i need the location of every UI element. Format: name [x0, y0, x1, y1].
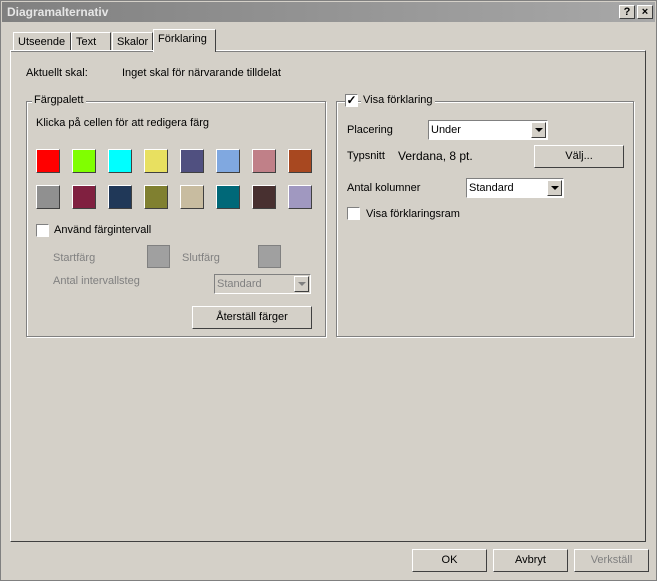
dialog-window: Diagramalternativ ? × Utseende Text Skal… [0, 0, 657, 581]
close-button[interactable]: × [637, 5, 653, 19]
current-scale-value: Inget skal för närvarande tilldelat [122, 67, 281, 79]
tab-panel: Aktuellt skal: Inget skal för närvarande… [10, 50, 646, 542]
color-cell[interactable] [216, 185, 240, 209]
columns-select-value: Standard [469, 182, 514, 194]
check-icon: ✓ [346, 93, 357, 107]
reset-colors-label: Återställ färger [216, 311, 288, 323]
end-color-label: Slutfärg [182, 252, 220, 264]
reset-colors-button[interactable]: Återställ färger [192, 306, 312, 329]
color-cell[interactable] [252, 149, 276, 173]
choose-font-button[interactable]: Välj... [534, 145, 624, 168]
choose-font-label: Välj... [565, 150, 593, 162]
tab-utseende[interactable]: Utseende [13, 32, 71, 52]
steps-select: Standard [214, 274, 311, 294]
font-value: Verdana, 8 pt. [398, 149, 473, 163]
show-legend-checkbox[interactable]: ✓ [345, 94, 358, 107]
tab-skalor[interactable]: Skalor [112, 32, 153, 52]
current-scale-label: Aktuellt skal: [26, 67, 88, 79]
color-cell[interactable] [36, 185, 60, 209]
legend-frame-label: Visa förklaringsram [366, 208, 460, 220]
placement-label: Placering [347, 124, 393, 136]
chevron-down-icon [294, 276, 309, 292]
steps-label: Antal intervallsteg [53, 275, 140, 287]
window-title: Diagramalternativ [7, 5, 109, 19]
show-legend-label: Visa förklaring [361, 94, 435, 106]
color-cell[interactable] [72, 149, 96, 173]
apply-label: Verkställ [590, 554, 633, 566]
use-interval-checkbox[interactable] [36, 224, 49, 237]
help-button[interactable]: ? [619, 5, 635, 19]
start-color-box [147, 245, 170, 268]
tab-label: Utseende [18, 36, 66, 48]
title-bar[interactable]: Diagramalternativ ? × [2, 2, 655, 22]
ok-button[interactable]: OK [412, 549, 487, 572]
columns-select[interactable]: Standard [466, 178, 564, 198]
color-cell[interactable] [36, 149, 60, 173]
placement-select-value: Under [431, 124, 461, 136]
color-cell[interactable] [252, 185, 276, 209]
color-cell[interactable] [288, 185, 312, 209]
apply-button: Verkställ [574, 549, 649, 572]
ok-label: OK [441, 554, 458, 566]
palette-group [26, 101, 326, 337]
cancel-button[interactable]: Avbryt [493, 549, 568, 572]
columns-label: Antal kolumner [347, 182, 421, 194]
color-cell[interactable] [180, 185, 204, 209]
tab-forklaring[interactable]: Förklaring [153, 29, 216, 52]
color-cell[interactable] [72, 185, 96, 209]
palette-instruction: Klicka på cellen för att redigera färg [36, 117, 210, 129]
color-cell[interactable] [108, 149, 132, 173]
steps-select-value: Standard [217, 278, 262, 290]
color-cell[interactable] [144, 149, 168, 173]
tab-text[interactable]: Text [71, 32, 111, 52]
placement-select[interactable]: Under [428, 120, 548, 140]
legend-frame-checkbox[interactable] [347, 207, 360, 220]
color-cell[interactable] [180, 149, 204, 173]
color-cell[interactable] [216, 149, 240, 173]
start-color-label: Startfärg [53, 252, 96, 264]
tab-label: Text [76, 36, 97, 48]
color-cell[interactable] [144, 185, 168, 209]
end-color-box [258, 245, 281, 268]
chevron-down-icon[interactable] [531, 122, 546, 138]
chevron-down-icon[interactable] [547, 180, 562, 196]
cancel-label: Avbryt [515, 554, 546, 566]
color-cell[interactable] [108, 185, 132, 209]
font-label: Typsnitt [347, 150, 385, 162]
tab-label: Förklaring [158, 33, 207, 45]
color-cell[interactable] [288, 149, 312, 173]
use-interval-label: Använd färgintervall [54, 224, 152, 236]
palette-group-title: Färgpalett [32, 94, 86, 106]
tab-label: Skalor [117, 36, 149, 48]
